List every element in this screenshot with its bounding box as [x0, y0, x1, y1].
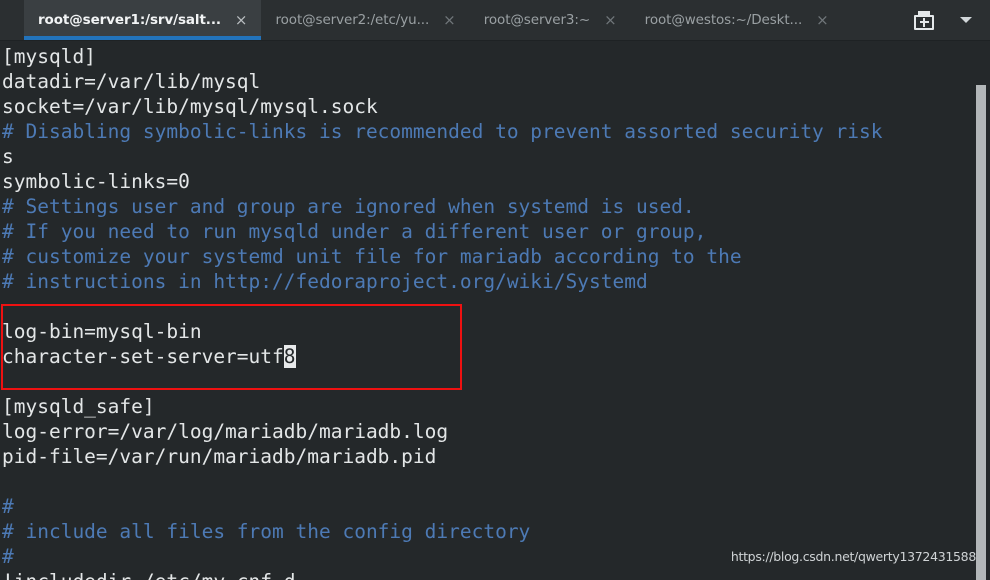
text-cursor: 8 — [283, 345, 296, 368]
tab-westos[interactable]: root@westos:~/Deskt... × — [631, 0, 843, 40]
tab-bar-leading-space — [0, 0, 24, 40]
terminal-line: log-error=/var/log/mariadb/mariadb.log — [2, 420, 449, 443]
terminal-line: [mysqld_safe] — [2, 395, 155, 418]
terminal-line: # If you need to run mysqld under a diff… — [2, 220, 707, 243]
tab-server2[interactable]: root@server2:/etc/yu... × — [261, 0, 469, 40]
terminal-line: # customize your systemd unit file for m… — [2, 245, 742, 268]
terminal-line: symbolic-links=0 — [2, 170, 190, 193]
close-icon[interactable]: × — [604, 12, 617, 28]
tab-label: root@server3:~ — [483, 12, 591, 28]
terminal-lines: [mysqld] datadir=/var/lib/mysql socket=/… — [0, 41, 990, 580]
terminal-line: [mysqld] — [2, 45, 96, 68]
terminal-line: pid-file=/var/run/mariadb/mariadb.pid — [2, 445, 437, 468]
tab-bar-spacer — [843, 0, 906, 40]
tab-bar-actions — [906, 0, 990, 40]
terminal-line: # instructions in http://fedoraproject.o… — [2, 270, 648, 293]
watermark: https://blog.csdn.net/qwerty1372431588 — [730, 549, 976, 564]
close-icon[interactable]: × — [816, 12, 829, 28]
close-icon[interactable]: × — [235, 12, 248, 28]
scrollbar-thumb[interactable] — [976, 85, 986, 580]
terminal-line: socket=/var/lib/mysql/mysql.sock — [2, 95, 378, 118]
terminal-line: log-bin=mysql-bin — [2, 320, 202, 343]
terminal-line: # include all files from the config dire… — [2, 520, 531, 543]
terminal-line: # Settings user and group are ignored wh… — [2, 195, 695, 218]
close-icon[interactable]: × — [443, 12, 456, 28]
tab-bar: root@server1:/srv/salt... × root@server2… — [0, 0, 990, 41]
terminal-output[interactable]: [mysqld] datadir=/var/lib/mysql socket=/… — [0, 41, 990, 580]
tab-server1[interactable]: root@server1:/srv/salt... × — [24, 0, 262, 40]
terminal-line: s — [2, 145, 14, 168]
terminal-line-text: character-set-server=utf — [2, 345, 284, 368]
terminal-scrollbar[interactable] — [976, 41, 990, 580]
terminal-window: root@server1:/srv/salt... × root@server2… — [0, 0, 990, 580]
tab-label: root@server2:/etc/yu... — [275, 12, 430, 28]
terminal-line: datadir=/var/lib/mysql — [2, 70, 261, 93]
tab-server3[interactable]: root@server3:~ × — [470, 0, 631, 40]
chevron-down-icon[interactable] — [960, 17, 972, 23]
terminal-line: # Disabling symbolic-links is recommende… — [2, 120, 883, 143]
terminal-line: !includedir /etc/my.cnf.d — [2, 569, 990, 580]
tab-label: root@server1:/srv/salt... — [38, 12, 221, 28]
new-tab-icon[interactable] — [914, 10, 934, 30]
terminal-line: # — [2, 495, 14, 518]
terminal-line-with-cursor: character-set-server=utf8 — [2, 344, 990, 369]
tab-label: root@westos:~/Deskt... — [644, 12, 803, 28]
